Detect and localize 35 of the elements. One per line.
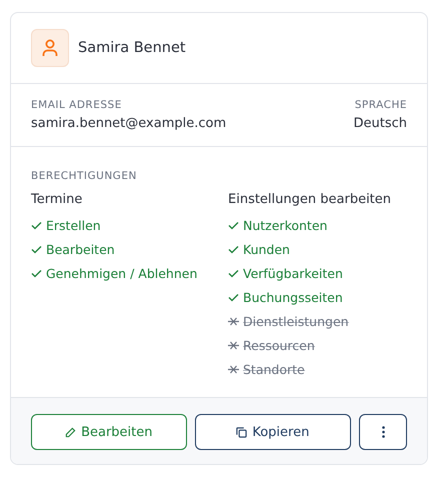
field-value: Deutsch [353, 116, 407, 131]
permission-item: Genehmigen / Ablehnen [31, 261, 228, 285]
cross-icon [228, 340, 239, 350]
check-icon [228, 244, 239, 254]
copy-icon [236, 426, 248, 438]
permission-item: Nutzerkonten [228, 213, 407, 237]
permission-item: Bearbeiten [31, 237, 228, 261]
check-icon [31, 220, 42, 230]
group-title: Einstellungen bearbeiten [228, 192, 392, 207]
check-icon [228, 220, 239, 230]
permission-item: Ressourcen [228, 333, 407, 357]
permission-item: Erstellen [31, 213, 228, 237]
permission-item: Kunden [228, 237, 407, 261]
permission-item: Dienstleistungen [228, 309, 407, 333]
pencil-icon [65, 426, 76, 438]
more-icon [382, 426, 385, 438]
copy-button[interactable]: Kopieren [194, 414, 352, 450]
check-icon [31, 268, 42, 278]
group-title: Termine [31, 192, 84, 207]
section-title: BERECHTIGUNGEN [31, 170, 137, 182]
check-icon [31, 244, 42, 254]
cross-icon [228, 364, 239, 374]
field-value: samira.bennet@example.com [31, 116, 226, 131]
edit-button[interactable]: Bearbeiten [31, 414, 187, 450]
check-icon [228, 292, 239, 302]
more-button[interactable] [359, 414, 407, 450]
user-name: Samira Bennet [78, 40, 186, 56]
person-icon [42, 39, 58, 57]
field-label: SPRACHE [354, 99, 407, 111]
cross-icon [228, 316, 239, 326]
permission-item: Buchungsseiten [228, 285, 407, 309]
field-label: EMAIL ADRESSE [31, 99, 123, 111]
permission-item: Standorte [228, 357, 407, 381]
permission-item: Verfügbarkeiten [228, 261, 407, 285]
check-icon [228, 268, 239, 278]
